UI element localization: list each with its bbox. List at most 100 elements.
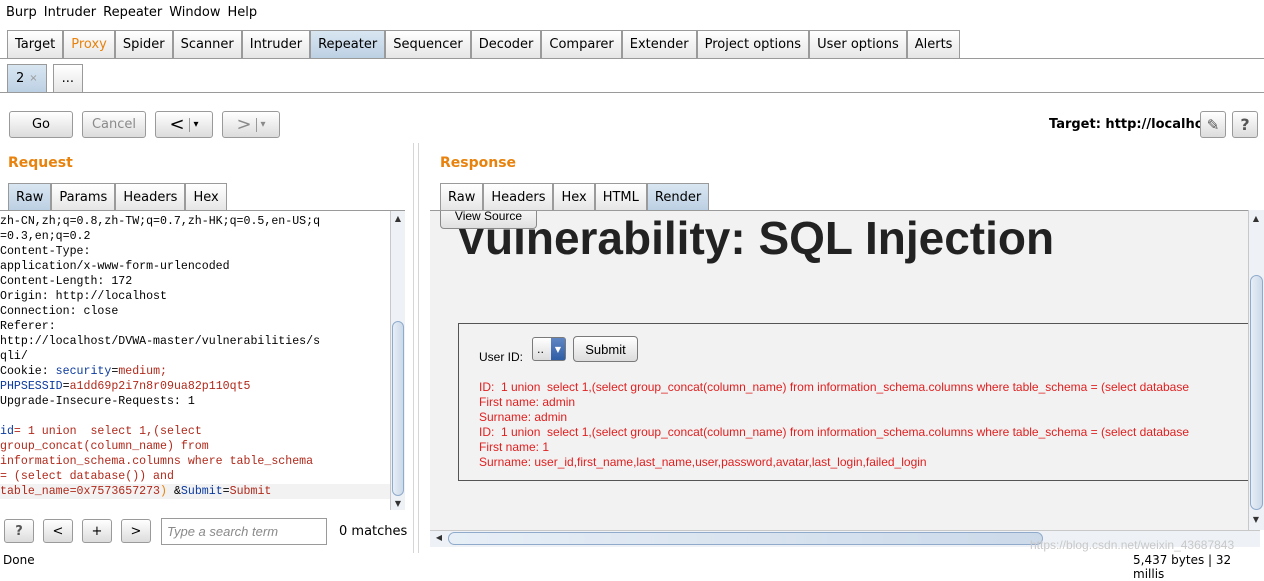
request-tabs: Raw Params Headers Hex	[8, 182, 227, 210]
scroll-left-icon[interactable]: ◀	[432, 533, 446, 542]
tab-project-options[interactable]: Project options	[696, 30, 810, 58]
cookie-label: Cookie:	[0, 365, 56, 378]
menu-bar: Burp Intruder Repeater Window Help	[0, 0, 1264, 25]
scroll-thumb[interactable]	[1250, 275, 1263, 510]
response-tab-hex[interactable]: Hex	[553, 183, 595, 210]
param-value: = (select database()) and	[0, 470, 174, 483]
response-size: 5,437 bytes | 32 millis	[1133, 553, 1232, 581]
tab-decoder[interactable]: Decoder	[470, 30, 542, 58]
repeater-tab-new[interactable]: ...	[52, 64, 84, 92]
search-add-button[interactable]: +	[82, 519, 112, 543]
scroll-thumb[interactable]	[448, 532, 1043, 545]
result-line: Surname: admin	[479, 410, 568, 424]
tab-target[interactable]: Target	[7, 30, 64, 58]
tab-extender[interactable]: Extender	[621, 30, 697, 58]
response-render-view[interactable]: Vulnerability: SQL Injection View Source…	[430, 210, 1250, 530]
cookie-value: a1dd69p2i7n8r09ua82p110qt5	[69, 380, 251, 393]
submit-button[interactable]: Submit	[573, 336, 638, 362]
request-tab-raw[interactable]: Raw	[8, 183, 52, 210]
menu-intruder[interactable]: Intruder	[44, 5, 96, 20]
scroll-up-icon[interactable]: ▲	[391, 214, 405, 223]
tab-user-options[interactable]: User options	[809, 30, 907, 58]
menu-window[interactable]: Window	[169, 5, 220, 20]
param-key: Submit	[180, 485, 223, 498]
userid-select[interactable]: .. ▼	[532, 337, 566, 361]
response-tab-raw[interactable]: Raw	[440, 183, 484, 210]
response-tabs: Raw Headers Hex HTML Render	[440, 182, 710, 210]
request-line: Upgrade-Insecure-Requests: 1	[0, 395, 195, 408]
back-button[interactable]: < ▾	[155, 111, 213, 138]
close-icon[interactable]: ×	[29, 73, 37, 84]
status-text: Done	[3, 553, 35, 567]
request-scrollbar[interactable]: ▲ ▼	[390, 211, 405, 510]
tab-proxy[interactable]: Proxy	[63, 30, 115, 58]
menu-burp[interactable]: Burp	[6, 5, 37, 20]
request-line: Content-Type:	[0, 245, 91, 258]
help-icon: ?	[1240, 115, 1250, 134]
cookie-key: PHPSESSID	[0, 380, 63, 393]
response-tab-headers[interactable]: Headers	[483, 183, 554, 210]
go-button[interactable]: Go	[9, 111, 73, 138]
search-next-button[interactable]: >	[121, 519, 151, 543]
search-prev-button[interactable]: <	[43, 519, 73, 543]
search-matches: 0 matches	[339, 524, 408, 539]
tab-intruder[interactable]: Intruder	[241, 30, 311, 58]
chevron-down-icon: ▼	[551, 338, 565, 360]
scroll-down-icon[interactable]: ▼	[1249, 515, 1263, 524]
response-tab-render[interactable]: Render	[646, 183, 710, 210]
tab-sequencer[interactable]: Sequencer	[385, 30, 471, 58]
query-results: ID: 1 union select 1,(select group_conca…	[479, 380, 1189, 470]
scroll-down-icon[interactable]: ▼	[391, 499, 405, 508]
status-bar: Done 5,437 bytes | 32 millis	[0, 553, 1264, 581]
request-line: =0.3,en;q=0.2	[0, 230, 91, 243]
tab-scanner[interactable]: Scanner	[172, 30, 242, 58]
text-caret: )	[160, 485, 167, 498]
edit-target-button[interactable]: ✎	[1200, 111, 1226, 138]
search-field[interactable]	[161, 518, 327, 545]
param-value: table_name=0x7573657273	[0, 485, 161, 498]
response-scrollbar[interactable]: ▲ ▼	[1248, 210, 1264, 530]
request-tab-params[interactable]: Params	[51, 183, 116, 210]
request-line: application/x-www-form-urlencoded	[0, 260, 230, 273]
watermark: https://blog.csdn.net/weixin_43687843	[1030, 538, 1235, 552]
select-value: ..	[537, 342, 544, 356]
param-value: information_schema.columns where table_s…	[0, 455, 314, 468]
param-key: id	[0, 425, 14, 438]
search-help-button[interactable]: ?	[4, 519, 34, 543]
param-value: Submit	[229, 485, 272, 498]
request-raw-text[interactable]: zh-CN,zh;q=0.8,zh-TW;q=0.7,zh-HK;q=0.5,e…	[0, 214, 390, 499]
tab-alerts[interactable]: Alerts	[906, 30, 961, 58]
forward-button[interactable]: > ▾	[222, 111, 280, 138]
menu-help[interactable]: Help	[228, 5, 258, 20]
scroll-up-icon[interactable]: ▲	[1249, 214, 1263, 223]
tab-spider[interactable]: Spider	[114, 30, 173, 58]
request-line: Referer:	[0, 320, 56, 333]
search-input[interactable]	[167, 524, 317, 539]
chevron-right-icon: >	[236, 114, 252, 135]
request-editor[interactable]: zh-CN,zh;q=0.8,zh-TW;q=0.7,zh-HK;q=0.5,e…	[0, 210, 405, 510]
request-line: zh-CN,zh;q=0.8,zh-TW;q=0.7,zh-HK;q=0.5,e…	[0, 215, 321, 228]
request-line: qli/	[0, 350, 28, 363]
split-divider[interactable]	[413, 143, 419, 553]
scroll-thumb[interactable]	[392, 321, 404, 496]
response-tab-html[interactable]: HTML	[594, 183, 647, 210]
repeater-tab-label: 2	[16, 71, 25, 86]
menu-repeater[interactable]: Repeater	[103, 5, 162, 20]
repeater-tab-2[interactable]: 2 ×	[7, 64, 47, 92]
view-source-button[interactable]: View Source	[440, 211, 537, 229]
chevron-down-icon: ▾	[260, 119, 266, 130]
help-button[interactable]: ?	[1232, 111, 1258, 138]
tab-repeater[interactable]: Repeater	[310, 30, 386, 58]
request-tab-hex[interactable]: Hex	[185, 183, 227, 210]
cancel-button[interactable]: Cancel	[82, 111, 146, 138]
request-tab-headers[interactable]: Headers	[115, 183, 186, 210]
chevron-left-icon: <	[169, 114, 185, 135]
result-line: ID: 1 union select 1,(select group_conca…	[479, 425, 1190, 439]
cookie-key: security	[55, 365, 112, 378]
response-title: Response	[440, 155, 517, 171]
pencil-icon: ✎	[1206, 115, 1220, 134]
tab-comparer[interactable]: Comparer	[541, 30, 622, 58]
target-label[interactable]: Target: http://localhost	[1049, 117, 1218, 132]
result-line: ID: 1 union select 1,(select group_conca…	[479, 380, 1190, 394]
param-value: group_concat(column_name) from	[0, 440, 209, 453]
